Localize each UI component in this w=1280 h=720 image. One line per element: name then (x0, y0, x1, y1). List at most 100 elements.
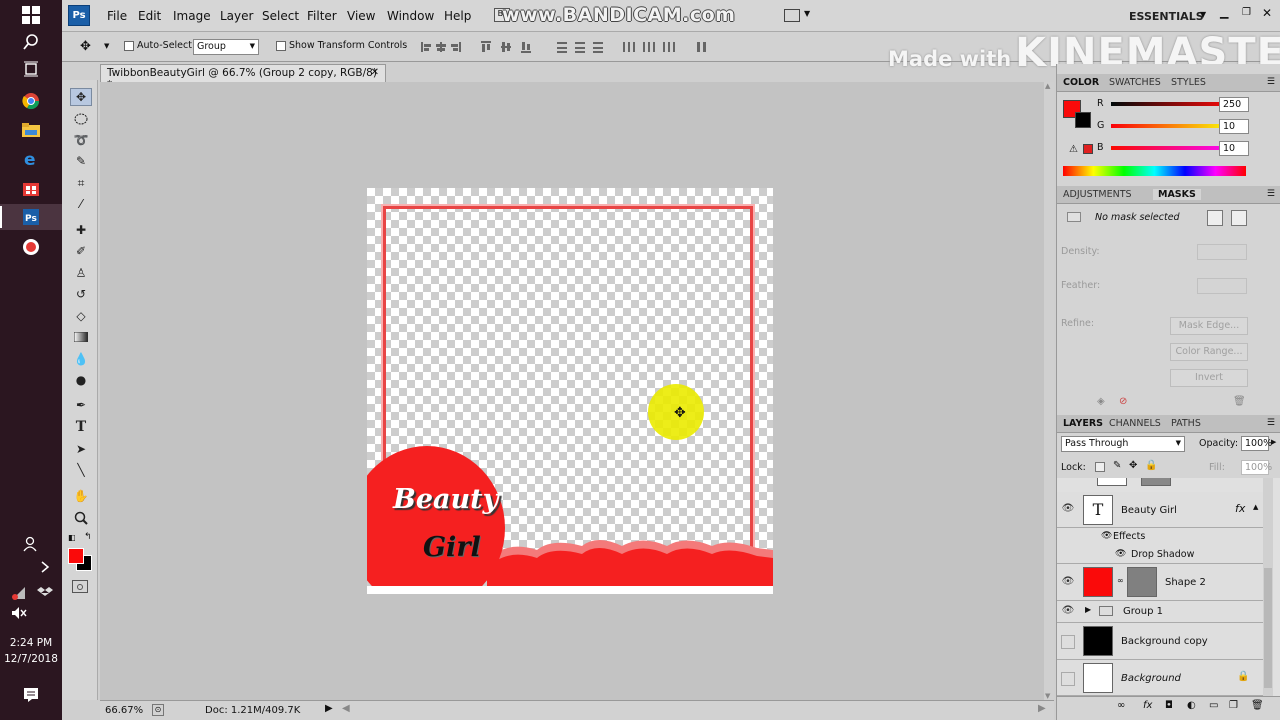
hand-tool-icon[interactable]: ✋ (70, 487, 92, 505)
g-value-input[interactable]: 10 (1219, 119, 1249, 134)
link-layers-icon[interactable]: ∞ (1117, 700, 1125, 711)
foreground-color-swatch[interactable] (68, 548, 84, 564)
gradient-tool-icon[interactable] (70, 328, 92, 346)
history-brush-tool-icon[interactable]: ↺ (70, 285, 92, 303)
blur-tool-icon[interactable]: 💧 (70, 350, 92, 368)
workspace-switcher[interactable]: ESSENTIALS (1129, 10, 1204, 23)
align-distribute-icons[interactable] (417, 39, 717, 55)
delete-layer-icon[interactable]: 🗑 (1251, 700, 1264, 711)
scroll-left-icon[interactable]: ◀ (342, 703, 350, 714)
store-icon[interactable] (20, 177, 42, 199)
status-menu-arrow-icon[interactable]: ▶ (325, 703, 333, 714)
eyedropper-tool-icon[interactable]: ⁄ (70, 195, 92, 213)
color-spectrum-ramp[interactable] (1063, 166, 1246, 176)
menu-layer[interactable]: Layer (220, 9, 253, 23)
chevron-right-icon[interactable] (34, 556, 56, 578)
document-tab[interactable]: TwibbonBeautyGirl @ 66.7% (Group 2 copy,… (100, 64, 386, 91)
density-input[interactable] (1197, 244, 1247, 260)
fx-icon[interactable]: fx (1235, 502, 1245, 515)
green-slider[interactable] (1111, 124, 1232, 128)
eye-icon[interactable]: 👁 (1061, 503, 1075, 517)
ps-logo-icon[interactable]: Ps (68, 5, 90, 26)
preset-arrow-icon[interactable]: ▼ (104, 42, 109, 50)
link-icon[interactable]: ∞ (1117, 576, 1124, 585)
scroll-right-icon[interactable]: ▶ (1038, 703, 1046, 714)
visibility-toggle[interactable] (1061, 672, 1075, 686)
auto-select-option[interactable]: Auto-Select: (124, 40, 195, 51)
color-range-button[interactable]: Color Range... (1170, 343, 1248, 361)
elliptical-marquee-tool-icon[interactable] (70, 110, 92, 128)
layer-name[interactable]: Beauty Girl (1121, 505, 1177, 516)
tab-layers[interactable]: LAYERS (1063, 418, 1103, 429)
gamut-warning-icon[interactable]: ⚠ (1069, 144, 1078, 155)
new-group-icon[interactable]: ▭ (1209, 700, 1218, 711)
new-layer-icon[interactable]: ❐ (1229, 700, 1238, 711)
panel-menu-icon[interactable]: ☰ (1267, 189, 1275, 199)
tab-adjustments[interactable]: ADJUSTMENTS (1063, 189, 1132, 200)
tab-masks[interactable]: MASKS (1153, 189, 1201, 200)
layer-name[interactable]: Background (1121, 673, 1181, 684)
tab-color[interactable]: COLOR (1063, 77, 1099, 88)
adjustment-layer-icon[interactable]: ◐ (1187, 700, 1196, 711)
expand-effects-icon[interactable]: ▲ (1253, 503, 1258, 511)
gamut-color-swatch[interactable] (1083, 144, 1093, 154)
windows-start-icon[interactable] (20, 4, 42, 26)
panel-menu-icon[interactable]: ☰ (1267, 418, 1275, 428)
canvas-area[interactable]: Beauty Girl ✥ (100, 82, 1054, 700)
clone-stamp-tool-icon[interactable]: ♙ (70, 264, 92, 282)
move-tool-icon[interactable]: ✥ (70, 88, 92, 106)
menu-view[interactable]: View (347, 9, 375, 23)
auto-select-checkbox[interactable] (124, 40, 134, 51)
lasso-tool-icon[interactable]: ➰ (70, 131, 92, 149)
healing-brush-tool-icon[interactable]: ✚ (70, 221, 92, 239)
photoshop-taskbar-icon[interactable]: Ps (20, 206, 42, 228)
tab-swatches[interactable]: SWATCHES (1109, 77, 1161, 88)
expand-group-icon[interactable]: ▶ (1085, 605, 1091, 614)
menu-edit[interactable]: Edit (138, 9, 161, 23)
red-slider[interactable] (1111, 102, 1232, 106)
search-icon[interactable] (20, 31, 42, 53)
effects-row[interactable]: 👁 Effects (1057, 528, 1263, 546)
zoom-level[interactable]: 66.67% (105, 705, 143, 716)
move-tool-preset-icon[interactable]: ✥ (80, 39, 91, 54)
vector-mask-icon[interactable] (1231, 210, 1247, 226)
menu-image[interactable]: Image (173, 9, 211, 23)
brush-tool-icon[interactable]: ✐ (70, 242, 92, 260)
panel-menu-icon[interactable]: ☰ (1267, 77, 1275, 87)
tab-paths[interactable]: PATHS (1171, 418, 1201, 429)
layers-scrollbar[interactable] (1263, 478, 1273, 700)
default-colors-icon[interactable]: ◧ (68, 533, 76, 542)
volume-muted-icon[interactable] (8, 602, 30, 624)
layer-row-bg-copy[interactable]: Background copy (1057, 623, 1263, 660)
close-window-icon[interactable]: ✕ (1262, 6, 1272, 20)
minimize-icon[interactable]: ▁ (1220, 6, 1228, 19)
quick-selection-tool-icon[interactable]: ✎ (70, 152, 92, 170)
lock-pixels-icon[interactable]: ✎ (1113, 460, 1121, 471)
add-mask-icon[interactable]: ◘ (1165, 700, 1173, 711)
swap-colors-icon[interactable]: ↰ (84, 532, 92, 542)
screen-mode-icon[interactable] (784, 9, 800, 22)
lock-position-icon[interactable]: ✥ (1129, 460, 1137, 471)
path-selection-tool-icon[interactable]: ➤ (70, 440, 92, 458)
opacity-arrow-icon[interactable]: ▶ (1271, 438, 1276, 446)
menu-file[interactable]: File (107, 9, 127, 23)
view-mask-icon[interactable]: ◈ (1097, 396, 1105, 407)
status-preview-icon[interactable]: ⊙ (152, 704, 164, 716)
edge-icon[interactable]: e (20, 148, 42, 170)
scroll-up-icon[interactable]: ▲ (1045, 82, 1050, 90)
line-tool-icon[interactable]: ╲ (70, 461, 92, 479)
menu-window[interactable]: Window (387, 9, 434, 23)
layer-row-shape[interactable]: 👁 ∞ Shape 2 (1057, 564, 1263, 601)
layer-row-text[interactable]: 👁 T Beauty Girl fx ▲ (1057, 492, 1263, 528)
pixel-mask-icon[interactable] (1207, 210, 1223, 226)
dodge-tool-icon[interactable]: ● (70, 371, 92, 389)
layer-name[interactable]: Shape 2 (1165, 577, 1206, 588)
blue-slider[interactable] (1111, 146, 1232, 150)
eye-icon[interactable]: 👁 (1061, 605, 1075, 619)
layer-name[interactable]: Background copy (1121, 636, 1208, 647)
tab-channels[interactable]: CHANNELS (1109, 418, 1161, 429)
show-transform-checkbox[interactable] (276, 40, 286, 51)
add-style-icon[interactable]: fx (1143, 700, 1152, 711)
clock-time[interactable]: 2:24 PM (0, 637, 62, 649)
screen-mode-arrow-icon[interactable]: ▼ (804, 9, 810, 18)
